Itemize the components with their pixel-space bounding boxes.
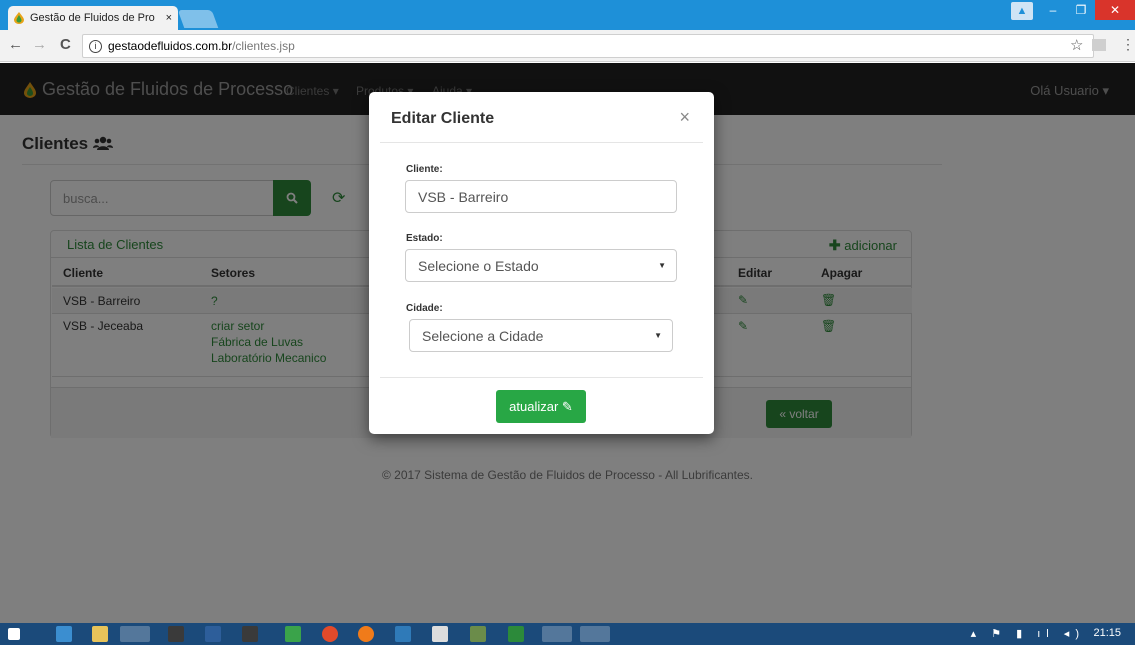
update-button[interactable]: atualizar ✎ (496, 390, 586, 423)
cliente-label: Cliente: (406, 164, 443, 175)
edit-client-modal: Editar Cliente × Cliente: VSB - Barreiro… (369, 92, 714, 434)
bookmark-star-icon[interactable]: ☆ (1070, 36, 1083, 54)
cidade-value: Selecione a Cidade (422, 327, 544, 344)
extension-icon[interactable] (1092, 39, 1106, 51)
word-icon[interactable] (542, 626, 572, 642)
app-icon[interactable] (285, 626, 301, 642)
chrome-taskbar-icon[interactable] (120, 626, 150, 642)
tab-close-icon[interactable]: × (166, 12, 172, 24)
cidade-label: Cidade: (406, 303, 443, 314)
app-icon[interactable] (395, 626, 411, 642)
back-icon[interactable]: ← (8, 36, 23, 53)
restore-icon[interactable]: ❐ (1067, 0, 1095, 20)
modal-title: Editar Cliente (391, 110, 495, 127)
os-taskbar: ▴ ⚑ ▮ ıl ◂) 21:15 (0, 623, 1135, 645)
settings-icon[interactable] (580, 626, 610, 642)
browser-menu-icon[interactable]: ⋮ (1121, 36, 1135, 53)
edit-icon: ✎ (561, 398, 573, 414)
new-tab-button[interactable] (177, 10, 219, 28)
browser-tab[interactable]: Gestão de Fluidos de Pro × (8, 6, 178, 30)
close-window-icon[interactable]: ✕ (1095, 0, 1135, 20)
explorer-icon[interactable] (92, 626, 108, 642)
site-info-icon[interactable]: i (89, 39, 102, 53)
update-label: atualizar (509, 399, 559, 414)
system-tray-icons[interactable]: ▴ ⚑ ▮ ıl ◂) (971, 627, 1085, 640)
chevron-down-icon: ▼ (658, 261, 666, 270)
cliente-input[interactable]: VSB - Barreiro (405, 180, 677, 213)
cidade-select[interactable]: Selecione a Cidade ▼ (409, 319, 673, 352)
url-domain: gestaodefluidos.com.br (108, 39, 233, 53)
forward-icon[interactable]: → (32, 36, 47, 53)
window-controls: ▲ – ❐ ✕ (1011, 0, 1135, 24)
droplet-favicon-icon (14, 12, 24, 24)
divider (380, 142, 703, 143)
app-icon[interactable] (322, 626, 338, 642)
minimize-icon[interactable]: – (1039, 0, 1067, 20)
browser-tabstrip: Gestão de Fluidos de Pro × ▲ – ❐ ✕ (0, 0, 1135, 30)
project-icon[interactable] (508, 626, 524, 642)
chevron-down-icon: ▼ (654, 331, 662, 340)
estado-label: Estado: (406, 233, 443, 244)
url-input[interactable]: i gestaodefluidos.com.br/clientes.jsp (82, 34, 1094, 58)
ie-icon[interactable] (56, 626, 72, 642)
app-icon[interactable] (432, 626, 448, 642)
url-path: /clientes.jsp (232, 39, 295, 53)
tab-title: Gestão de Fluidos de Pro (30, 12, 155, 24)
windows-start-icon[interactable] (8, 628, 20, 640)
estado-value: Selecione o Estado (418, 257, 539, 274)
cliente-value: VSB - Barreiro (418, 188, 509, 205)
terminal-icon[interactable] (168, 626, 184, 642)
reload-icon[interactable]: C (60, 36, 71, 53)
firefox-icon[interactable] (358, 626, 374, 642)
webstorm-icon[interactable] (205, 626, 221, 642)
address-bar: ← → C i gestaodefluidos.com.br/clientes.… (0, 30, 1135, 62)
divider (380, 377, 703, 378)
clock: 21:15 (1093, 627, 1121, 639)
close-icon[interactable]: × (679, 107, 690, 128)
profile-icon[interactable]: ▲ (1011, 2, 1033, 20)
estado-select[interactable]: Selecione o Estado ▼ (405, 249, 677, 282)
app-icon[interactable] (470, 626, 486, 642)
console-icon[interactable] (242, 626, 258, 642)
